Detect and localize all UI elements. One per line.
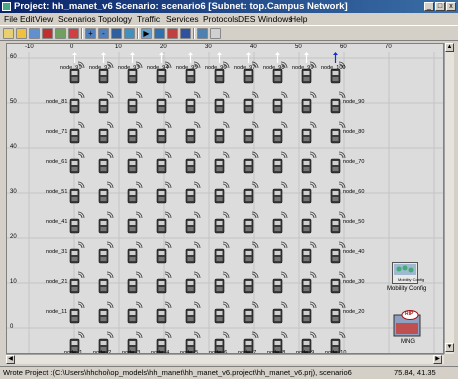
x-ruler-label: 70 bbox=[385, 44, 392, 50]
toolbar: + - ▶ bbox=[0, 25, 458, 41]
node-label: node_31 bbox=[46, 249, 68, 255]
minimize-button[interactable]: _ bbox=[424, 2, 434, 11]
node-label: node_92 bbox=[89, 65, 111, 71]
x-ruler-label: -10 bbox=[25, 44, 34, 50]
node-label: node_40 bbox=[343, 249, 365, 255]
node-label: node_99 bbox=[292, 65, 314, 71]
y-ruler-label: 30 bbox=[10, 189, 17, 195]
menu-view[interactable]: View bbox=[35, 13, 53, 25]
close-button[interactable]: x bbox=[446, 2, 456, 11]
node-label: node_60 bbox=[343, 189, 365, 195]
node-label: node_70 bbox=[343, 159, 365, 165]
open-icon[interactable] bbox=[3, 28, 14, 39]
menu-des[interactable]: DES bbox=[238, 13, 255, 25]
zoom-in-icon[interactable]: + bbox=[85, 28, 96, 39]
node-label: node_94 bbox=[147, 65, 169, 71]
workspace-canvas[interactable]: node_91 node_92 node_93 node_94 node_95 node_… bbox=[6, 43, 444, 354]
node-label: node_90 bbox=[343, 99, 365, 105]
node-label: node_98 bbox=[263, 65, 285, 71]
vertical-scrollbar[interactable]: ▲ ▼ bbox=[444, 43, 454, 354]
node-label: node_61 bbox=[46, 159, 68, 165]
menu-protocols[interactable]: Protocols bbox=[203, 13, 238, 25]
status-bar: Wrote Project :(C:\Users\hhchoi\op_model… bbox=[0, 366, 458, 378]
node-label: node_71 bbox=[46, 129, 68, 135]
scroll-left-button[interactable]: ◀ bbox=[6, 355, 15, 364]
y-ruler-label: 60 bbox=[10, 54, 17, 60]
results-icon[interactable] bbox=[154, 28, 165, 39]
app-icon bbox=[2, 2, 11, 11]
rip-config-label: MNG bbox=[401, 339, 415, 345]
recover-icon[interactable] bbox=[180, 28, 191, 39]
toolbar-separator bbox=[81, 28, 83, 39]
cursor-coordinates: 75.84, 41.35 bbox=[394, 368, 436, 377]
x-ruler-label: 30 bbox=[205, 44, 212, 50]
scroll-up-button[interactable]: ▲ bbox=[445, 43, 454, 52]
report-icon[interactable] bbox=[197, 28, 208, 39]
node-label: node_41 bbox=[46, 219, 68, 225]
export-icon[interactable] bbox=[55, 28, 66, 39]
fit-icon[interactable] bbox=[111, 28, 122, 39]
menu-windows[interactable]: Windows bbox=[258, 13, 292, 25]
window-title: Project: hh_manet_v6 Scenario: scenario6… bbox=[14, 1, 348, 12]
menu-file[interactable]: File bbox=[4, 13, 18, 25]
print-icon[interactable] bbox=[29, 28, 40, 39]
node-label: node_81 bbox=[46, 99, 68, 105]
title-bar[interactable]: Project: hh_manet_v6 Scenario: scenario6… bbox=[0, 0, 458, 13]
hand-icon[interactable] bbox=[124, 28, 135, 39]
y-ruler-label: 0 bbox=[10, 324, 14, 330]
node-label: node_100 bbox=[321, 65, 346, 71]
menu-services[interactable]: Services bbox=[166, 13, 199, 25]
mobility-config-label: Mobility Config bbox=[387, 286, 427, 292]
x-ruler-label: 20 bbox=[160, 44, 167, 50]
node-label: node_11 bbox=[46, 309, 68, 315]
application-window: Project: hh_manet_v6 Scenario: scenario6… bbox=[0, 0, 458, 378]
toolbar-separator bbox=[193, 28, 195, 39]
node-label: node_51 bbox=[46, 189, 68, 195]
help-icon[interactable] bbox=[210, 28, 221, 39]
scroll-down-button[interactable]: ▼ bbox=[445, 343, 454, 352]
toolbar-separator bbox=[137, 28, 139, 39]
scroll-right-button[interactable]: ▶ bbox=[433, 355, 442, 364]
node-label: node_21 bbox=[46, 279, 68, 285]
node-label: node_20 bbox=[343, 309, 365, 315]
node-label: node_30 bbox=[343, 279, 365, 285]
menu-scenarios[interactable]: Scenarios bbox=[58, 13, 96, 25]
y-ruler-label: 20 bbox=[10, 234, 17, 240]
zoom-out-icon[interactable]: - bbox=[98, 28, 109, 39]
x-ruler-label: 60 bbox=[340, 44, 347, 50]
rip-badge: RIP bbox=[405, 311, 414, 317]
import-icon[interactable] bbox=[42, 28, 53, 39]
status-message: Wrote Project :(C:\Users\hhchoi\op_model… bbox=[3, 368, 352, 377]
menu-traffic[interactable]: Traffic bbox=[137, 13, 160, 25]
node-label: node_97 bbox=[234, 65, 256, 71]
x-ruler-label: 0 bbox=[70, 44, 74, 50]
save-icon[interactable] bbox=[16, 28, 27, 39]
run-icon[interactable]: ▶ bbox=[141, 28, 152, 39]
y-ruler-label: 10 bbox=[10, 279, 17, 285]
node-label: node_93 bbox=[118, 65, 140, 71]
x-ruler-label: 10 bbox=[115, 44, 122, 50]
node-label: node_50 bbox=[343, 219, 365, 225]
node-label: node_95 bbox=[176, 65, 198, 71]
configure-icon[interactable] bbox=[68, 28, 79, 39]
x-ruler-label: 40 bbox=[250, 44, 257, 50]
maximize-button[interactable]: □ bbox=[435, 2, 445, 11]
menu-bar: File Edit View Scenarios Topology Traffic Serv… bbox=[0, 13, 458, 25]
node-label: node_96 bbox=[205, 65, 227, 71]
menu-help[interactable]: Help bbox=[290, 13, 307, 25]
menu-edit[interactable]: Edit bbox=[20, 13, 35, 25]
node-label: node_91 bbox=[60, 65, 82, 71]
mobility-config-caption: Mobility Config bbox=[398, 277, 425, 282]
horizontal-scrollbar[interactable]: ◀ ▶ bbox=[6, 354, 444, 364]
x-ruler-label: 50 bbox=[295, 44, 302, 50]
y-ruler-label: 50 bbox=[10, 99, 17, 105]
node-label: node_80 bbox=[343, 129, 365, 135]
fail-icon[interactable] bbox=[167, 28, 178, 39]
menu-topology[interactable]: Topology bbox=[98, 13, 132, 25]
y-ruler-label: 40 bbox=[10, 144, 17, 150]
